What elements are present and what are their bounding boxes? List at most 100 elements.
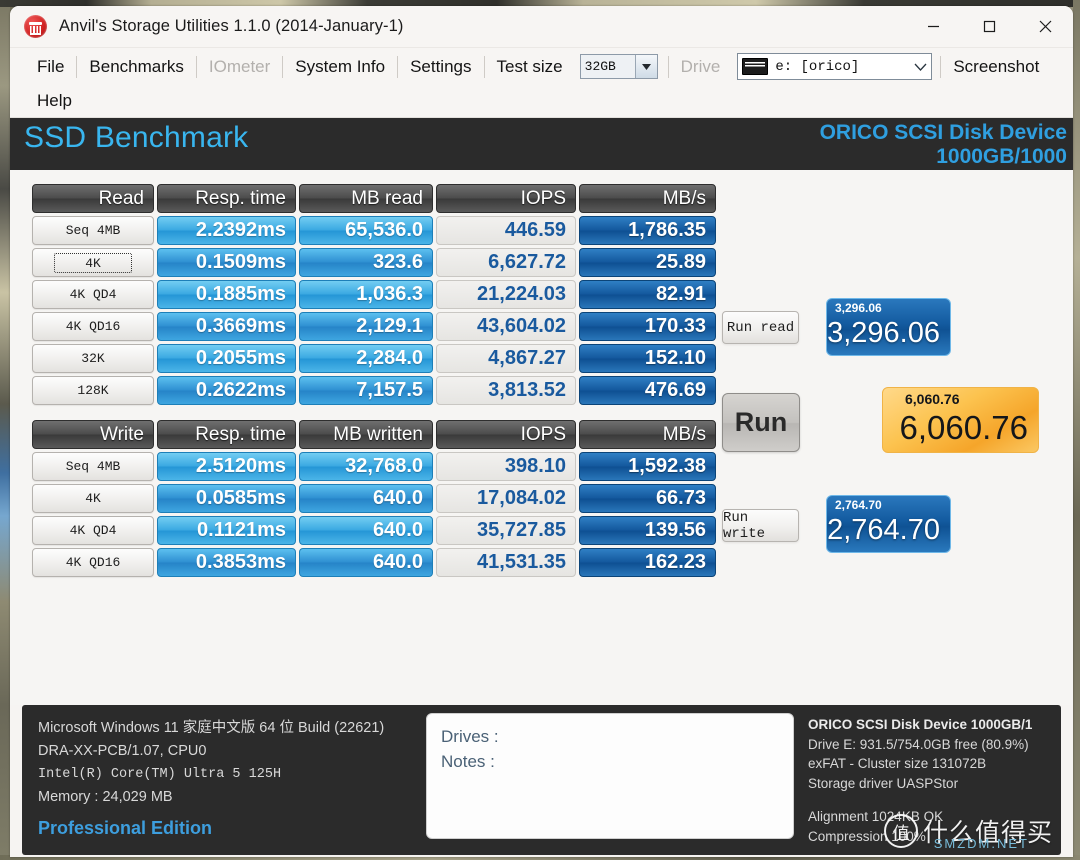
read-iops-4k: 6,627.72 (436, 248, 576, 277)
maximize-button[interactable] (961, 6, 1017, 47)
photo-edge-left (0, 0, 10, 860)
menu-separator (397, 55, 399, 78)
write-row-label-4kqd16[interactable]: 4K QD16 (32, 548, 154, 577)
read-row-label-4k[interactable]: 4K (32, 248, 154, 277)
read-iops-128k: 3,813.52 (436, 376, 576, 405)
read-mb-128k: 7,157.5 (299, 376, 433, 405)
run-write-button[interactable]: Run write (722, 509, 799, 542)
table-row: 4K QD16 0.3669ms 2,129.1 43,604.02 170.3… (32, 312, 716, 341)
read-row-label-32k[interactable]: 32K (32, 344, 154, 373)
menu-item-help[interactable]: Help (26, 91, 83, 111)
read-mbs-4k: 25.89 (579, 248, 716, 277)
read-header-mb-read: MB read (299, 184, 433, 213)
notes-label: Notes : (441, 752, 495, 771)
run-button[interactable]: Run (722, 393, 800, 452)
write-mb-4kqd4: 640.0 (299, 516, 433, 545)
write-mbs-4kqd16: 162.23 (579, 548, 716, 577)
write-mbs-4kqd4: 139.56 (579, 516, 716, 545)
read-resp-4kqd4: 0.1885ms (157, 280, 296, 309)
window-title: Anvil's Storage Utilities 1.1.0 (2014-Ja… (59, 17, 404, 35)
write-mb-4kqd16: 640.0 (299, 548, 433, 577)
menu-item-settings[interactable]: Settings (399, 57, 482, 77)
write-header-category: Write (32, 420, 154, 449)
device-name-line2: 1000GB/1000 (936, 145, 1067, 168)
table-header-row: Read Resp. time MB read IOPS MB/s (32, 184, 716, 213)
menu-separator (940, 55, 942, 78)
read-resp-4kqd16: 0.3669ms (157, 312, 296, 341)
info-bar: Microsoft Windows 11 家庭中文版 64 位 Build (2… (22, 705, 1061, 855)
write-mb-4k: 640.0 (299, 484, 433, 513)
write-resp-4kqd4: 0.1121ms (157, 516, 296, 545)
system-edition: Professional Edition (38, 818, 213, 838)
write-row-label-4kqd4[interactable]: 4K QD4 (32, 516, 154, 545)
total-score-value: 6,060.76 (899, 409, 1028, 446)
write-iops-4kqd16: 41,531.35 (436, 548, 576, 577)
close-button[interactable] (1017, 6, 1073, 47)
minimize-button[interactable] (905, 6, 961, 47)
write-header-mbs: MB/s (579, 420, 716, 449)
read-resp-4k: 0.1509ms (157, 248, 296, 277)
read-mbs-32k: 152.10 (579, 344, 716, 373)
drive-label: Drive (680, 56, 721, 76)
chevron-down-icon[interactable] (914, 58, 927, 76)
system-board: DRA-XX-PCB/1.07, CPU0 (38, 743, 207, 759)
read-mb-4k: 323.6 (299, 248, 433, 277)
write-header-mb-written: MB written (299, 420, 433, 449)
write-resp-4k: 0.0585ms (157, 484, 296, 513)
run-read-button[interactable]: Run read (722, 311, 799, 344)
system-memory: Memory : 24,029 MB (38, 789, 173, 805)
read-mb-4kqd4: 1,036.3 (299, 280, 433, 309)
test-size-dropdown[interactable]: 32GB (579, 54, 658, 79)
read-iops-seq4mb: 446.59 (436, 216, 576, 245)
table-row: 4K 0.1509ms 323.6 6,627.72 25.89 (32, 248, 716, 277)
read-score-small-label: 3,296.06 (835, 301, 882, 315)
menu-separator (282, 55, 284, 78)
table-row: 4K QD16 0.3853ms 640.0 41,531.35 162.23 (32, 548, 716, 577)
drive-dropdown[interactable]: e: [orico] (737, 53, 933, 80)
label-text: 4K (54, 252, 132, 273)
table-row: Seq 4MB 2.5120ms 32,768.0 398.10 1,592.3… (32, 452, 716, 481)
write-row-label-4k[interactable]: 4K (32, 484, 154, 513)
table-row: Seq 4MB 2.2392ms 65,536.0 446.59 1,786.3… (32, 216, 716, 245)
write-row-label-seq4mb[interactable]: Seq 4MB (32, 452, 154, 481)
table-row: 4K 0.0585ms 640.0 17,084.02 66.73 (32, 484, 716, 513)
read-resp-32k: 0.2055ms (157, 344, 296, 373)
read-score-value: 3,296.06 (827, 317, 940, 349)
menu-item-file[interactable]: File (26, 57, 75, 77)
table-row: 4K QD4 0.1885ms 1,036.3 21,224.03 82.91 (32, 280, 716, 309)
table-header-row: Write Resp. time MB written IOPS MB/s (32, 420, 716, 449)
write-mb-seq4mb: 32,768.0 (299, 452, 433, 481)
read-row-label-4kqd4[interactable]: 4K QD4 (32, 280, 154, 309)
menu-separator (667, 55, 669, 78)
read-row-label-4kqd16[interactable]: 4K QD16 (32, 312, 154, 341)
menu-row-primary: File Benchmarks IOmeter System Info Sett… (26, 48, 1073, 85)
menu-item-system-info[interactable]: System Info (284, 57, 396, 77)
drive-info-filesystem: exFAT - Cluster size 131072B (808, 756, 987, 771)
drive-value: e: [orico] (775, 58, 860, 75)
write-results-table: Write Resp. time MB written IOPS MB/s Se… (32, 420, 716, 580)
read-resp-128k: 0.2622ms (157, 376, 296, 405)
write-resp-seq4mb: 2.5120ms (157, 452, 296, 481)
write-score-panel: 2,764.70 2,764.70 (826, 495, 951, 553)
read-mb-4kqd16: 2,129.1 (299, 312, 433, 341)
label-text: 32K (81, 351, 105, 366)
read-row-label-128k[interactable]: 128K (32, 376, 154, 405)
notes-textbox[interactable]: Drives : Notes : (426, 713, 794, 839)
label-text: 4K (85, 491, 101, 506)
chevron-down-icon[interactable] (634, 55, 657, 78)
total-score-small-label: 6,060.76 (905, 391, 960, 407)
read-mbs-4kqd16: 170.33 (579, 312, 716, 341)
menu-item-iometer: IOmeter (208, 56, 271, 76)
title-bar: Anvil's Storage Utilities 1.1.0 (2014-Ja… (10, 6, 1073, 48)
read-iops-4kqd16: 43,604.02 (436, 312, 576, 341)
label-text: Seq 4MB (65, 223, 121, 238)
label-text: 4K QD4 (69, 287, 117, 302)
drive-info-spacer (808, 793, 1032, 807)
read-row-label-seq4mb[interactable]: Seq 4MB (32, 216, 154, 245)
menu-item-screenshot[interactable]: Screenshot (942, 57, 1050, 77)
menu-item-benchmarks[interactable]: Benchmarks (78, 57, 194, 77)
write-score-small-label: 2,764.70 (835, 498, 882, 512)
read-mbs-seq4mb: 1,786.35 (579, 216, 716, 245)
page-title: SSD Benchmark (24, 121, 249, 154)
write-iops-seq4mb: 398.10 (436, 452, 576, 481)
